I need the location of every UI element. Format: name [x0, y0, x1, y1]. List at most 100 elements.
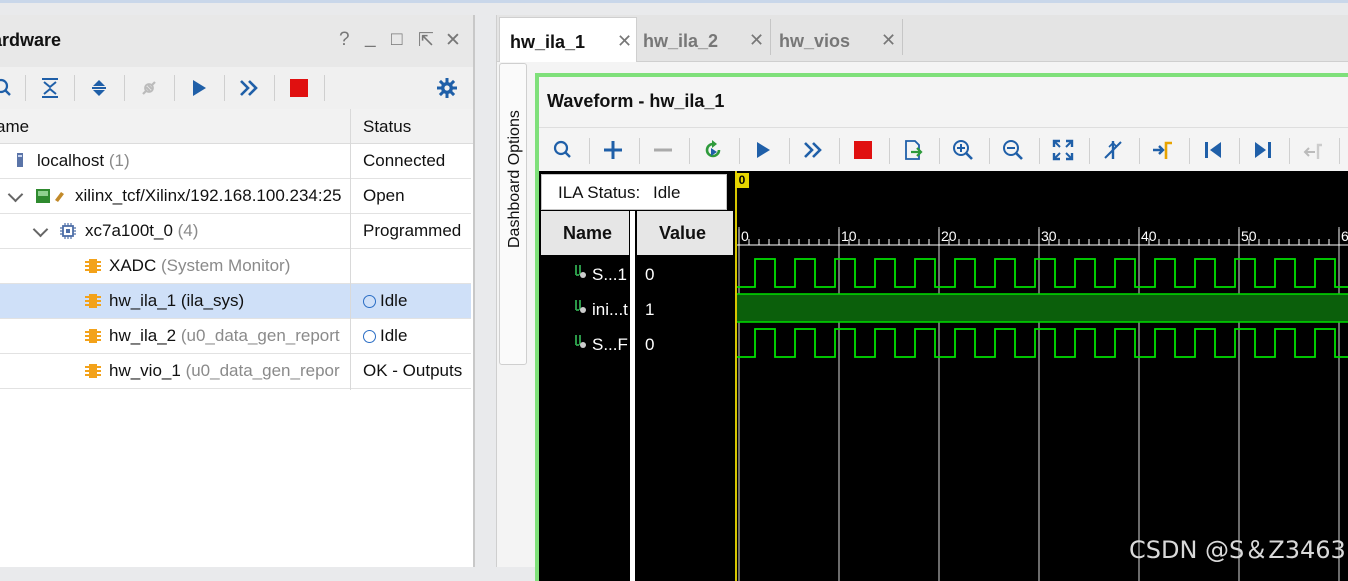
idle-circle-icon: [363, 295, 376, 308]
go-to-cursor-button[interactable]: [1147, 134, 1179, 166]
run-immediate-button[interactable]: [797, 134, 829, 166]
skip-back-icon: [1205, 142, 1221, 158]
ruler-label: 10: [841, 228, 857, 244]
tree-row-target[interactable]: xilinx_tcf/Xilinx/192.168.100.234:25 Ope…: [0, 179, 471, 214]
signal-trace: [735, 328, 1348, 358]
hardware-toolbar: [0, 67, 473, 110]
column-divider: [350, 109, 351, 390]
add-probe-button[interactable]: [597, 134, 629, 166]
plug-icon: [142, 81, 156, 95]
chip-icon: [60, 223, 76, 239]
search-button[interactable]: [0, 73, 18, 103]
zoom-fit-button[interactable]: [1047, 134, 1079, 166]
chevron-down-icon[interactable]: [32, 221, 49, 238]
run-trigger-button[interactable]: [184, 73, 214, 103]
tab-bar: hw_ila_1 ✕ hw_ila_2 ✕ hw_vios ✕: [497, 15, 1348, 62]
tab-label: hw_vios: [779, 31, 851, 51]
run-trigger-button[interactable]: [747, 134, 779, 166]
waveform-window: Waveform - hw_ila_1 ILA Status: Idle Nam…: [535, 73, 1348, 581]
stop-icon: [290, 79, 308, 97]
panel-title: ardware: [0, 30, 62, 50]
wf-search-button[interactable]: [547, 134, 579, 166]
status-column-header[interactable]: Status: [363, 117, 411, 137]
probe-bit-icon: [575, 335, 586, 348]
help-button[interactable]: ?: [339, 29, 350, 51]
ila-status-value: Idle: [653, 183, 681, 202]
close-button[interactable]: ✕: [445, 29, 461, 52]
tree-row-localhost[interactable]: localhost (1) Connected: [0, 144, 471, 179]
tree-row-device[interactable]: xc7a100t_0 (4) Programmed: [0, 214, 471, 249]
zoom-out-button[interactable]: [997, 134, 1029, 166]
tree-row-hw-ila-2[interactable]: hw_ila_2 (u0_data_gen_report Idle: [0, 319, 471, 354]
waveform-toolbar: [539, 127, 1348, 172]
ruler-label: 30: [1041, 228, 1057, 244]
dashboard-options-toggle[interactable]: Dashboard Options: [499, 63, 527, 365]
server-icon: [17, 153, 23, 167]
tab-hw-ila-1[interactable]: hw_ila_1 ✕: [499, 17, 637, 62]
settings-button[interactable]: [432, 73, 462, 103]
tree-row-status: Open: [363, 186, 405, 205]
idle-circle-icon: [363, 330, 376, 343]
ruler-label: 0: [741, 228, 749, 244]
go-to-end-button[interactable]: [1247, 134, 1279, 166]
tree-row-label: xilinx_tcf/Xilinx/192.168.100.234:25: [75, 186, 342, 205]
maximize-button[interactable]: □: [391, 29, 402, 51]
ila-status-label: ILA Status:: [558, 183, 641, 202]
auto-connect-button[interactable]: [134, 73, 164, 103]
top-accent-line: [0, 0, 1348, 3]
tree-row-hw-ila-1[interactable]: hw_ila_1 (ila_sys) Idle: [0, 284, 471, 319]
tree-row-label: localhost (1): [37, 151, 130, 170]
ruler-label: 50: [1241, 228, 1257, 244]
tree-row-xadc[interactable]: XADC (System Monitor): [0, 249, 471, 284]
remove-probe-button[interactable]: [647, 134, 679, 166]
tab-hw-vios[interactable]: hw_vios ✕: [771, 17, 901, 59]
minimize-button[interactable]: _: [365, 27, 376, 49]
float-button[interactable]: ⇱: [418, 29, 434, 52]
signal-trace: [735, 258, 1348, 288]
signal-name: ini...t: [592, 300, 628, 319]
watermark: CSDN @S＆Z3463: [1129, 536, 1346, 564]
expand-all-button[interactable]: [84, 73, 114, 103]
core-icon: [85, 364, 101, 378]
signal-value: 0: [645, 335, 655, 354]
refresh-icon: [705, 140, 721, 158]
stop-icon: [854, 141, 872, 159]
plus-icon: [604, 141, 622, 159]
signal-name: S...F: [592, 335, 628, 354]
swap-cursor-button[interactable]: [1297, 134, 1329, 166]
zoom-in-button[interactable]: [947, 134, 979, 166]
name-value-splitter[interactable]: [630, 211, 635, 581]
signal-value: 1: [645, 300, 655, 319]
value-column-header[interactable]: Value: [637, 211, 733, 255]
skip-forward-icon: [1255, 142, 1271, 158]
collapse-all-button[interactable]: [35, 73, 65, 103]
waveform-plot[interactable]: 0 10 20 30 40 50 6: [735, 227, 1348, 581]
tree-row-label: hw_ila_1 (ila_sys): [109, 291, 245, 310]
chevron-down-icon[interactable]: [7, 186, 24, 203]
go-to-start-button[interactable]: [1197, 134, 1229, 166]
cursor-off-button[interactable]: [1097, 134, 1129, 166]
tab-close-icon[interactable]: ✕: [617, 31, 632, 52]
tab-hw-ila-2[interactable]: hw_ila_2 ✕: [635, 17, 769, 59]
tab-close-icon[interactable]: ✕: [881, 30, 896, 51]
run-immediate-button[interactable]: [234, 73, 264, 103]
trigger-cursor-line[interactable]: [735, 171, 737, 581]
tree-row-hw-vio-1[interactable]: hw_vio_1 (u0_data_gen_repor OK - Outputs: [0, 354, 471, 389]
name-column-header[interactable]: ame: [0, 117, 29, 137]
board-icon: [36, 189, 64, 203]
tree-row-status: OK - Outputs: [363, 361, 463, 380]
hardware-titlebar: ardware ? _ □ ⇱ ✕: [0, 15, 473, 67]
name-column-header[interactable]: Name: [541, 211, 629, 255]
minus-icon: [654, 148, 672, 152]
export-button[interactable]: [897, 134, 929, 166]
stop-trigger-button[interactable]: [847, 134, 879, 166]
ruler-label: 20: [941, 228, 957, 244]
ila-status-box: ILA Status: Idle: [541, 174, 727, 210]
stop-trigger-button[interactable]: [284, 73, 314, 103]
auto-retrigger-button[interactable]: [697, 134, 729, 166]
tree-row-label: xc7a100t_0 (4): [85, 221, 199, 240]
trigger-cursor-marker[interactable]: 0: [735, 173, 749, 188]
zoom-fit-icon: [1052, 139, 1074, 161]
tab-close-icon[interactable]: ✕: [749, 30, 764, 51]
probe-bit-icon: [575, 300, 586, 313]
